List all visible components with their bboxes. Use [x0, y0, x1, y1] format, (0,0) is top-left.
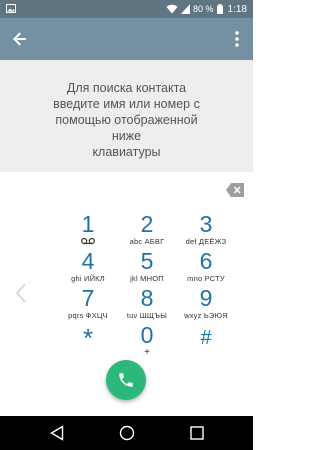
back-nav-icon[interactable] [50, 425, 64, 441]
dial-key-letters: jkl МНОП [130, 274, 164, 283]
clock: 1:18 [227, 3, 247, 15]
status-bar: 80 % 1:18 [0, 0, 253, 18]
dial-key-digit: 2 [140, 211, 154, 237]
dial-key-letters: + [144, 347, 150, 358]
dial-key-letters: tuv ШЩЪЫ [126, 311, 168, 320]
dial-key-digit: 0 [140, 322, 154, 348]
dial-key-digit: 1 [81, 211, 95, 237]
chevron-left-icon[interactable] [14, 282, 28, 304]
battery-percent: 80 % [193, 4, 214, 14]
dial-key-letters: def ДЕЁЖЗ [185, 237, 227, 246]
dial-key-letters: mno РСТУ [187, 274, 225, 283]
wifi-icon [166, 4, 178, 14]
arrow-back-icon[interactable] [10, 29, 30, 49]
dial-key-digit: 6 [199, 248, 213, 274]
voicemail-icon [81, 237, 95, 245]
dial-key-digit: 8 [140, 285, 154, 311]
backspace-icon[interactable] [226, 183, 244, 197]
dial-key-letters: abc АБВГ [129, 237, 165, 246]
dial-key-digit: 4 [81, 248, 95, 274]
dial-key-digit: # [200, 327, 212, 349]
dial-key-letters: pqrs ФХЦЧ [68, 311, 108, 320]
dial-key-digit: 9 [199, 285, 213, 311]
more-vert-icon[interactable] [229, 29, 245, 49]
signal-icon [181, 4, 191, 14]
home-nav-icon[interactable] [119, 425, 135, 441]
toolbar [0, 18, 253, 60]
recents-nav-icon[interactable] [190, 425, 204, 441]
dial-key-letters: ghi ИЙКЛ [71, 274, 105, 283]
dial-key-letters: wxyz ЬЭЮЯ [184, 311, 228, 320]
dial-key-digit: * [82, 323, 94, 353]
dial-key-digit: 7 [81, 285, 95, 311]
battery-icon [216, 4, 223, 14]
dial-key-digit: 3 [199, 211, 213, 237]
phone-icon [119, 373, 133, 387]
dial-key-star[interactable]: * [60, 321, 116, 373]
search-hint-text: Для поиска контакта введите имя или номе… [53, 81, 200, 159]
dial-key-hash[interactable]: # [178, 321, 234, 373]
dial-key-digit: 5 [140, 248, 154, 274]
gallery-notification-icon [6, 4, 16, 13]
navigation-bar [0, 416, 253, 450]
search-hint-panel: Для поиска контакта введите имя или номе… [0, 60, 253, 172]
call-button[interactable] [106, 360, 146, 400]
